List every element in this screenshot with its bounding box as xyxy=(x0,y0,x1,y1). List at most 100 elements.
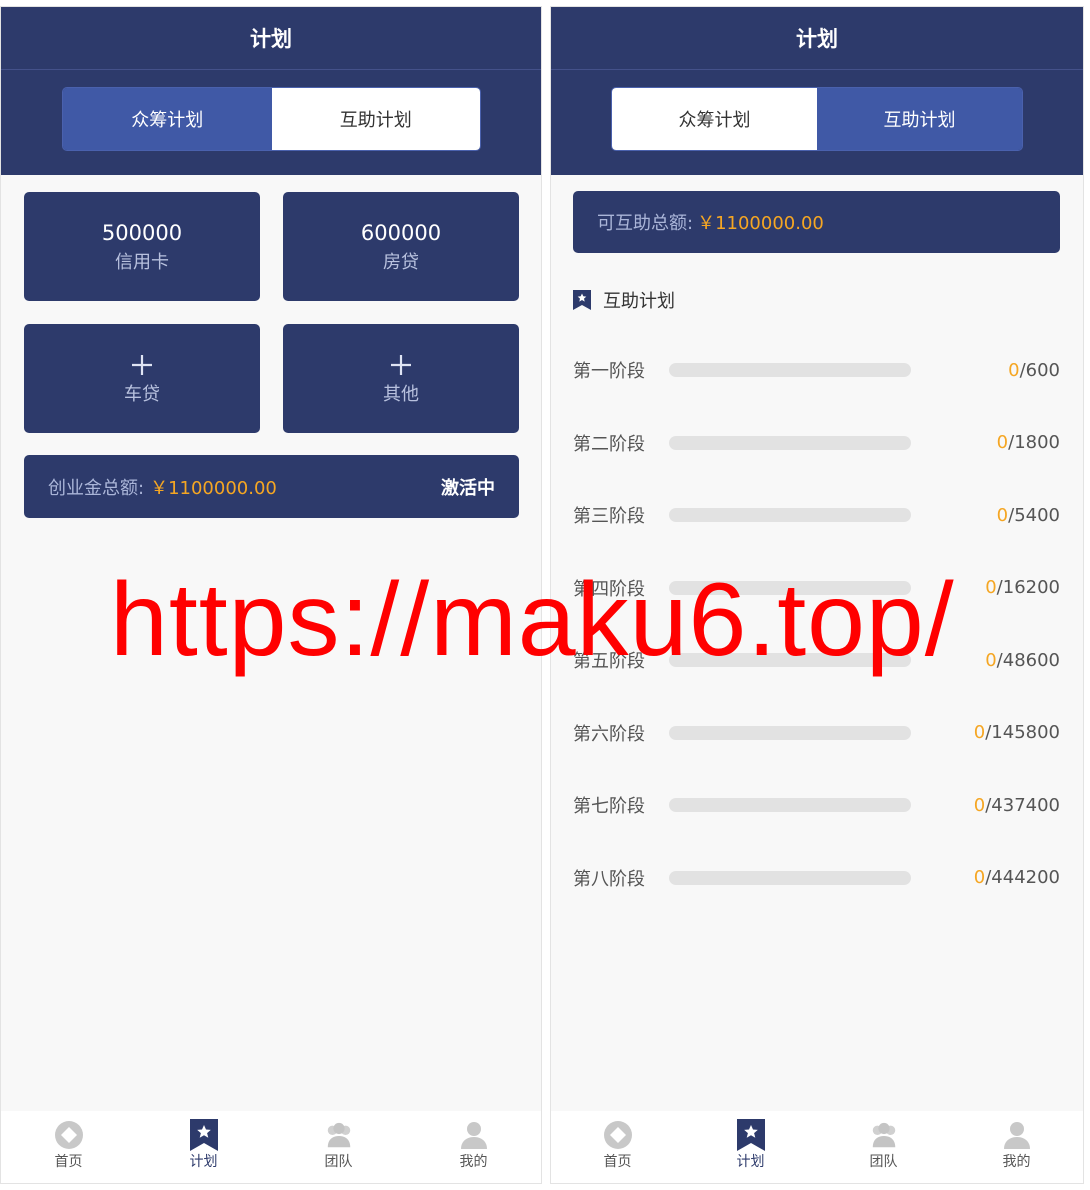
crowdfunding-plan-screen: 计划 众筹计划 互助计划 500000 信用卡 600000 房贷 车贷 其他 … xyxy=(0,6,542,1184)
stage-name: 第六阶段 xyxy=(573,723,645,745)
section-title: 互助计划 xyxy=(573,287,675,313)
tab-team-label: 团队 xyxy=(869,1154,898,1170)
header: 计划 众筹计划 互助计划 xyxy=(1,7,541,175)
tab-home[interactable]: 首页 xyxy=(551,1111,684,1183)
stage-count: 0/145800 xyxy=(974,722,1060,743)
tab-team-label: 团队 xyxy=(324,1154,353,1170)
stage-count: 0/600 xyxy=(1008,360,1060,381)
mortgage-amount: 600000 xyxy=(360,220,442,245)
tab-crowdfunding-plan[interactable]: 众筹计划 xyxy=(612,88,817,150)
stage-count: 0/48600 xyxy=(985,650,1060,671)
stage-count-total: /1800 xyxy=(1008,432,1060,453)
car-loan-tile[interactable]: 车贷 xyxy=(24,324,260,433)
stage-progress-bar xyxy=(669,653,911,667)
team-icon xyxy=(324,1119,354,1151)
other-tile[interactable]: 其他 xyxy=(283,324,519,433)
mutual-aid-total-label: 可互助总额: xyxy=(597,213,694,234)
plan-bookmark-icon xyxy=(736,1119,766,1151)
stage-count-total: /444200 xyxy=(985,867,1060,888)
stage-name: 第七阶段 xyxy=(573,796,645,817)
stage-progress-bar xyxy=(669,580,911,595)
tab-plan-label: 计划 xyxy=(189,1154,218,1170)
plus-icon xyxy=(389,350,413,382)
section-title-text: 互助计划 xyxy=(603,291,675,312)
stage-count-done: 0 xyxy=(996,432,1009,453)
stage-name: 第八阶段 xyxy=(573,868,645,890)
tab-crowdfunding-plan[interactable]: 众筹计划 xyxy=(63,88,272,150)
tab-mutual-aid-plan[interactable]: 互助计划 xyxy=(817,88,1022,150)
activation-status[interactable]: 激活中 xyxy=(441,474,495,500)
stage-name: 第一阶段 xyxy=(573,361,645,382)
car-loan-label: 车贷 xyxy=(124,383,160,405)
credit-card-amount: 500000 xyxy=(101,220,183,245)
page-title: 计划 xyxy=(551,7,1083,70)
page-title: 计划 xyxy=(1,7,541,70)
mutual-aid-total-bar: 可互助总额: ￥1100000.00 xyxy=(573,191,1060,253)
tab-mine-label: 我的 xyxy=(459,1154,488,1170)
tab-home-label: 首页 xyxy=(54,1154,83,1170)
stage-count-done: 0 xyxy=(973,867,986,888)
stage-row: 第一阶段 0/600 xyxy=(573,355,1060,385)
stage-name: 第五阶段 xyxy=(573,651,645,672)
mortgage-label: 房贷 xyxy=(383,251,419,273)
stage-count-total: /600 xyxy=(1019,359,1060,381)
stage-row: 第六阶段 0/145800 xyxy=(573,718,1060,748)
startup-fund-total-bar: 创业金总额: ￥1100000.00 激活中 xyxy=(24,455,519,518)
bottom-tabbar: 首页 计划 团队 我的 xyxy=(551,1111,1083,1183)
stage-count-done: 0 xyxy=(985,577,997,598)
tab-mine[interactable]: 我的 xyxy=(406,1111,541,1183)
tab-plan[interactable]: 计划 xyxy=(136,1111,271,1183)
user-icon xyxy=(1002,1119,1032,1151)
stage-name: 第三阶段 xyxy=(573,506,645,527)
stage-count-total: /16200 xyxy=(996,577,1060,598)
stage-progress-bar xyxy=(669,435,911,450)
tab-mine-label: 我的 xyxy=(1002,1154,1031,1170)
stage-row: 第二阶段 0/1800 xyxy=(573,428,1060,458)
stage-count-total: /145800 xyxy=(985,722,1060,743)
plus-icon xyxy=(130,350,154,382)
mutual-aid-total-value: ￥1100000.00 xyxy=(697,213,824,234)
stage-progress-bar xyxy=(669,363,911,377)
tab-mutual-aid-plan[interactable]: 互助计划 xyxy=(271,88,480,150)
credit-card-tile[interactable]: 500000 信用卡 xyxy=(24,192,260,301)
stage-row: 第八阶段 0/444200 xyxy=(573,863,1060,893)
stage-progress-bar xyxy=(669,508,911,522)
stage-progress-bar xyxy=(669,870,911,885)
tab-home[interactable]: 首页 xyxy=(1,1111,136,1183)
credit-card-label: 信用卡 xyxy=(115,251,169,273)
stage-progress-bar xyxy=(669,798,911,812)
team-icon xyxy=(869,1119,899,1151)
stage-name: 第四阶段 xyxy=(573,578,645,600)
plan-bookmark-icon xyxy=(189,1119,219,1151)
stage-progress-bar xyxy=(669,725,911,740)
user-icon xyxy=(459,1119,489,1151)
stage-count: 0/437400 xyxy=(974,795,1060,816)
stage-count-done: 0 xyxy=(996,504,1009,526)
stage-count-total: /48600 xyxy=(996,649,1060,671)
mutual-aid-plan-screen: 计划 众筹计划 互助计划 可互助总额: ￥1100000.00 互助计划 第一阶… xyxy=(550,6,1084,1184)
tab-team[interactable]: 团队 xyxy=(271,1111,406,1183)
tab-team[interactable]: 团队 xyxy=(817,1111,950,1183)
plan-tab-switcher: 众筹计划 互助计划 xyxy=(62,87,481,151)
stage-count-done: 0 xyxy=(973,722,986,743)
stage-row: 第五阶段 0/48600 xyxy=(573,645,1060,675)
stage-count-total: /437400 xyxy=(985,794,1060,816)
stage-name: 第二阶段 xyxy=(573,433,645,455)
mortgage-tile[interactable]: 600000 房贷 xyxy=(283,192,519,301)
plan-tab-switcher: 众筹计划 互助计划 xyxy=(611,87,1023,151)
stage-row: 第三阶段 0/5400 xyxy=(573,500,1060,530)
stage-row: 第四阶段 0/16200 xyxy=(573,573,1060,603)
stage-row: 第七阶段 0/437400 xyxy=(573,790,1060,820)
startup-fund-value: ￥1100000.00 xyxy=(150,477,277,499)
tab-home-label: 首页 xyxy=(603,1154,632,1170)
tab-plan-label: 计划 xyxy=(736,1154,765,1170)
bottom-tabbar: 首页 计划 团队 我的 xyxy=(1,1111,541,1183)
tab-mine[interactable]: 我的 xyxy=(950,1111,1083,1183)
stage-count-done: 0 xyxy=(973,794,986,816)
stage-count: 0/1800 xyxy=(997,432,1060,453)
header: 计划 众筹计划 互助计划 xyxy=(551,7,1083,175)
stage-count: 0/16200 xyxy=(985,577,1060,598)
stage-count: 0/444200 xyxy=(974,867,1060,888)
startup-fund-label: 创业金总额: xyxy=(48,477,145,499)
tab-plan[interactable]: 计划 xyxy=(684,1111,817,1183)
